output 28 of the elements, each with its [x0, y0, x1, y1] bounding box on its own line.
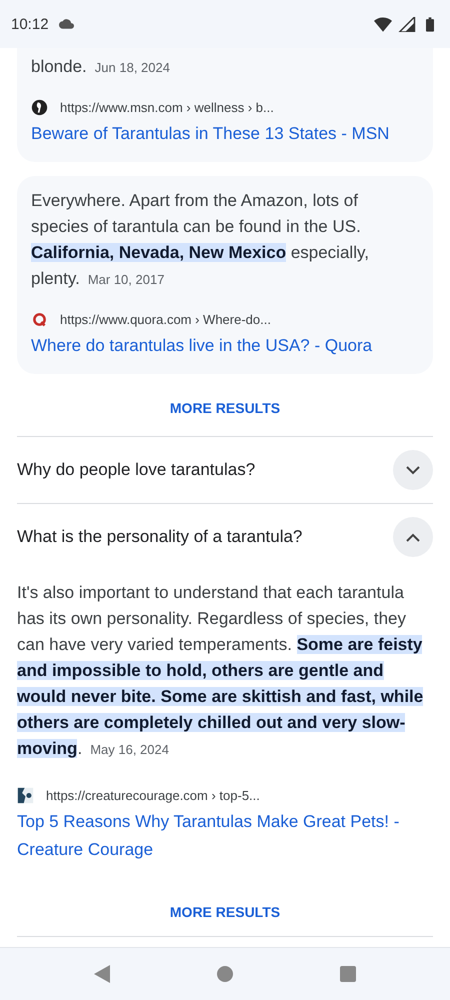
back-icon[interactable] [94, 965, 110, 983]
battery-icon [426, 16, 434, 32]
favicon-icon [31, 311, 48, 328]
source-url: https://creaturecourage.com › top-5... [46, 788, 260, 803]
result-snippet: blonde. Jun 18, 2024 [31, 56, 171, 78]
result-snippet: It's also important to understand that each tarantula has its own personality. Regardless of species, they can have very varied temperaments. Some are feisty and impossible to hold, others are gentle and would never bite. Some are skittish and fast, while others are completely chilled out and very slow-moving. May 16, 2024 [17, 582, 424, 760]
favicon-icon [17, 787, 34, 804]
chevron-down-icon [406, 466, 420, 474]
result-title-link[interactable]: Where do tarantulas live in the USA? - Quora [31, 332, 419, 360]
expand-button[interactable] [393, 450, 433, 490]
question-text[interactable]: What is the personality of a tarantula? [17, 527, 302, 547]
more-results-button[interactable]: MORE RESULTS [150, 892, 300, 932]
expand-button[interactable] [393, 517, 433, 557]
result-title-link[interactable]: Top 5 Reasons Why Tarantulas Make Great Pets! - Creature Courage [17, 808, 433, 864]
result-title-link[interactable]: Beware of Tarantulas in These 13 States - MSN [31, 120, 419, 148]
chevron-up-icon [406, 532, 420, 542]
signal-icon [398, 16, 416, 32]
home-icon[interactable] [216, 966, 233, 982]
question-text[interactable]: Why do people love tarantulas? [17, 460, 256, 480]
more-results-button[interactable]: MORE RESULTS [150, 388, 300, 428]
wifi-icon [374, 16, 392, 32]
source-url: https://www.quora.com › Where-do... [60, 312, 271, 327]
cloud-icon [58, 19, 74, 29]
result-snippet: Everywhere. Apart from the Amazon, lots of species of tarantula can be found in the US. California, Nevada, New Mexico especially, plenty. Mar 10, 2017 [31, 190, 370, 290]
favicon-icon [31, 99, 48, 116]
status-time: 10:12 [11, 16, 49, 32]
recents-icon[interactable] [340, 966, 356, 982]
source-url: https://www.msn.com › wellness › b... [60, 100, 274, 115]
